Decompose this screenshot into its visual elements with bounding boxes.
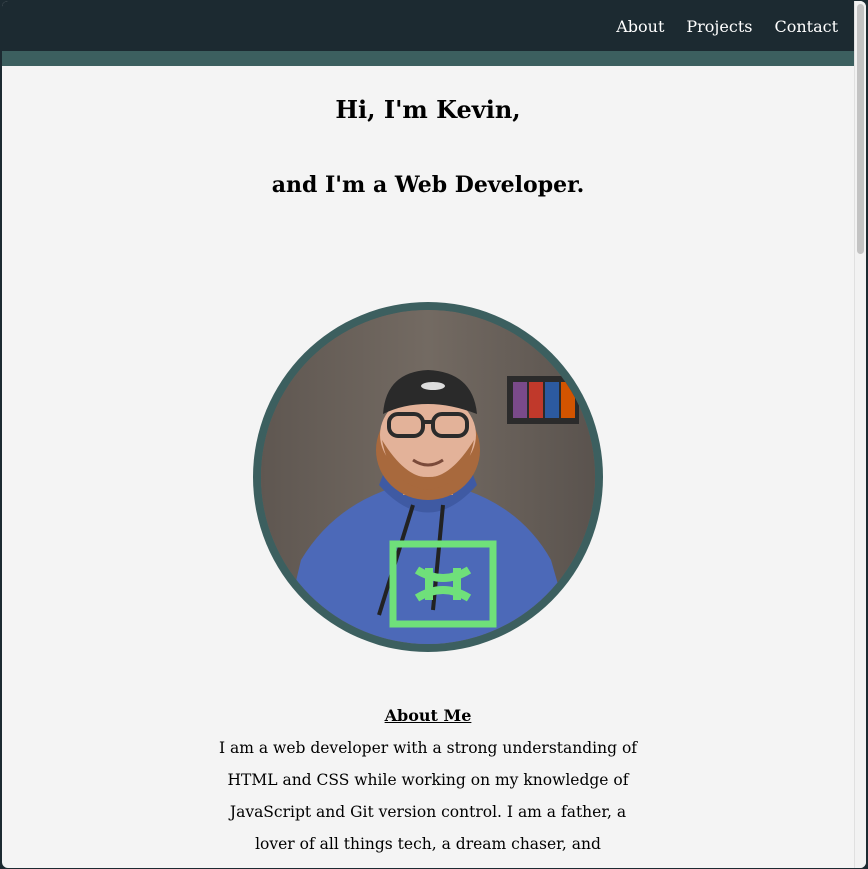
nav-link-projects[interactable]: Projects [686, 17, 752, 36]
nav-link-about[interactable]: About [616, 17, 664, 36]
scrollbar-thumb[interactable] [857, 4, 864, 254]
about-heading: About Me [384, 706, 472, 725]
profile-photo-frame [253, 302, 603, 652]
header-accent-bar [2, 51, 854, 66]
hero-greeting: Hi, I'm Kevin, [335, 95, 521, 124]
hero-tagline: and I'm a Web Developer. [271, 172, 585, 198]
profile-photo [261, 310, 595, 644]
nav-link-contact[interactable]: Contact [774, 17, 838, 36]
top-navbar: About Projects Contact [2, 1, 854, 51]
about-paragraph: I am a web developer with a strong under… [218, 739, 638, 868]
browser-viewport: About Projects Contact Hi, I'm Kevin, an… [2, 1, 866, 868]
profile-photo-illustration [261, 310, 595, 644]
